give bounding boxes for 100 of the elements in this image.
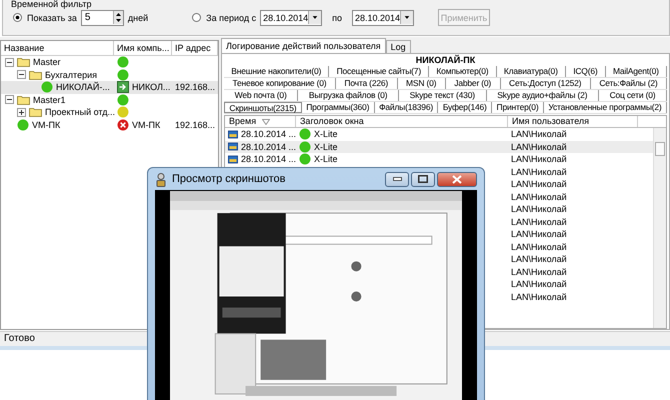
table-row[interactable]: 28.10.2014 ... X-Lite LAN\Николай [225, 140, 653, 153]
close-button[interactable] [437, 172, 477, 186]
table-cell: LAN\Николай [511, 154, 567, 164]
days-spinner[interactable]: 5 [80, 10, 124, 26]
category-tab[interactable]: Буфер(146) [438, 102, 492, 113]
category-tab[interactable]: Скриншоты(2315) [224, 102, 302, 113]
category-tab[interactable]: MailAgent(0) [606, 66, 667, 77]
group-title: Временной фильтр [9, 0, 94, 9]
category-tab[interactable]: Клавиатура(0) [496, 66, 566, 77]
category-tab[interactable]: Web почта (0) [224, 90, 298, 101]
category-tab[interactable]: Установленные программы(2) [544, 102, 667, 113]
caret-icon[interactable] [400, 11, 413, 24]
maximize-icon [418, 175, 428, 183]
scrollbar[interactable] [653, 128, 666, 328]
table-cell: LAN\Николай [511, 254, 567, 264]
category-tab[interactable]: Jabber (0) [446, 78, 501, 89]
screenshot-icon [228, 141, 238, 152]
ip-address: 192.168... [175, 120, 216, 130]
screenshot-icon [228, 128, 238, 140]
table-cell: LAN\Николай [511, 216, 567, 227]
table-cell: LAN\Николай [511, 242, 567, 252]
table-cell: 28.10.2014 ... [240, 154, 296, 164]
window-title: Просмотр скриншотов [172, 173, 286, 185]
table-cell: 28.10.2014 ... [240, 129, 296, 140]
caret-icon[interactable] [308, 11, 322, 24]
tree-row[interactable]: НИКОЛАЙ-... НИКОЛ... 192.168... [1, 81, 218, 94]
screenshot-icon [228, 154, 238, 165]
tree-row[interactable]: Бухгалтерия [1, 68, 218, 81]
tree-item-label: Проектный отд... [45, 107, 115, 118]
column-header[interactable]: Заголовок окна [296, 116, 508, 127]
expander-icon[interactable] [5, 58, 14, 67]
to-label: по [332, 12, 342, 22]
ip-address: 192.168... [175, 82, 216, 92]
category-tab[interactable]: Внешние накопители(0) [224, 66, 330, 77]
table-cell: LAN\Николай [511, 292, 567, 302]
tree-item-label: НИКОЛАЙ-... [56, 82, 110, 92]
table-row[interactable]: 28.10.2014 ... X-Lite LAN\Николай [225, 128, 653, 140]
category-tab[interactable]: Skype текст (430) [398, 90, 487, 101]
table-cell: LAN\Николай [511, 129, 567, 140]
category-tab[interactable]: Сеть:Доступ (1252) [500, 78, 591, 89]
column-header[interactable]: IP адрес [172, 41, 218, 55]
status-text: Готово [4, 333, 35, 344]
spin-arrows-icon[interactable] [112, 11, 123, 24]
category-tab[interactable]: ICQ(6) [566, 66, 606, 77]
computer-name: НИКОЛ... [132, 82, 170, 92]
tree-item-label: VM-ПК [32, 120, 60, 130]
category-tab[interactable]: Сеть:Файлы (2) [590, 78, 668, 89]
category-tab[interactable]: Программы(360) [302, 102, 375, 113]
radio-icon[interactable] [192, 13, 202, 22]
tab[interactable]: Log [386, 40, 411, 53]
date-dropdown[interactable]: 28.10.2014 [260, 10, 322, 26]
column-header[interactable]: Имя компь... [114, 41, 172, 55]
minimize-icon [392, 177, 402, 181]
category-tab[interactable]: Skype аудио+файлы (2) [486, 90, 599, 101]
maximize-button[interactable] [411, 172, 435, 186]
minimize-button[interactable] [385, 172, 409, 186]
expander-icon[interactable] [17, 108, 26, 117]
table-cell: LAN\Николай [511, 279, 567, 290]
table-cell: 28.10.2014 ... [240, 142, 296, 152]
table-cell: LAN\Николай [511, 204, 567, 214]
table-cell: LAN\Николай [511, 266, 567, 277]
table-row[interactable]: 28.10.2014 ... X-Lite LAN\Николай [225, 153, 653, 166]
category-tab[interactable]: Выгрузка файлов (0) [298, 90, 399, 101]
tree-row[interactable]: Master [1, 56, 218, 68]
app-icon [155, 172, 167, 186]
radio-button[interactable]: За период с [192, 12, 256, 22]
expander-icon[interactable] [17, 70, 26, 80]
days-label: дней [128, 12, 148, 22]
tree-row[interactable]: Master1 [1, 94, 218, 106]
column-header[interactable]: Время [225, 116, 296, 127]
date-dropdown[interactable]: 28.10.2014 [352, 10, 414, 26]
computer-title: НИКОЛАЙ-ПК [414, 55, 476, 66]
radio-button[interactable]: Показать за [13, 12, 77, 22]
sort-icon [262, 118, 270, 124]
column-header[interactable]: Название [1, 41, 114, 55]
radio-icon[interactable] [13, 13, 22, 22]
tree-item-label: Master1 [33, 94, 66, 105]
table-cell: LAN\Николай [511, 166, 567, 177]
category-tab[interactable]: Теневое копирование (0) [224, 78, 336, 89]
category-tab[interactable]: Почта (226) [336, 78, 398, 89]
category-tab[interactable]: Посещенные сайты(7) [329, 66, 430, 77]
category-tab[interactable]: Файлы(18396) [374, 102, 438, 113]
tab[interactable]: Логирование действий пользователя [221, 38, 386, 53]
tree-row[interactable]: VM-ПК VM-ПК 192.168... [1, 118, 218, 131]
category-tab[interactable]: Компьютер(0) [429, 66, 497, 77]
table-cell: X-Lite [314, 129, 338, 140]
computer-name: VM-ПК [132, 120, 160, 130]
tree-item-label: Бухгалтерия [45, 70, 97, 80]
close-icon [452, 174, 462, 184]
column-header[interactable]: Имя пользователя [508, 116, 638, 127]
category-tab[interactable]: MSN (0) [398, 78, 446, 89]
tree-row[interactable]: Проектный отд... [1, 106, 218, 118]
category-tab[interactable]: Принтер(0) [492, 102, 544, 113]
table-cell: X-Lite [314, 142, 338, 152]
table-cell: LAN\Николай [511, 192, 567, 202]
category-tab[interactable]: Соц сети (0) [598, 90, 668, 101]
table-cell: LAN\Николай [511, 142, 567, 152]
expander-icon[interactable] [5, 95, 14, 104]
table-cell: X-Lite [314, 154, 338, 164]
tree-item-label: Master [33, 57, 61, 68]
